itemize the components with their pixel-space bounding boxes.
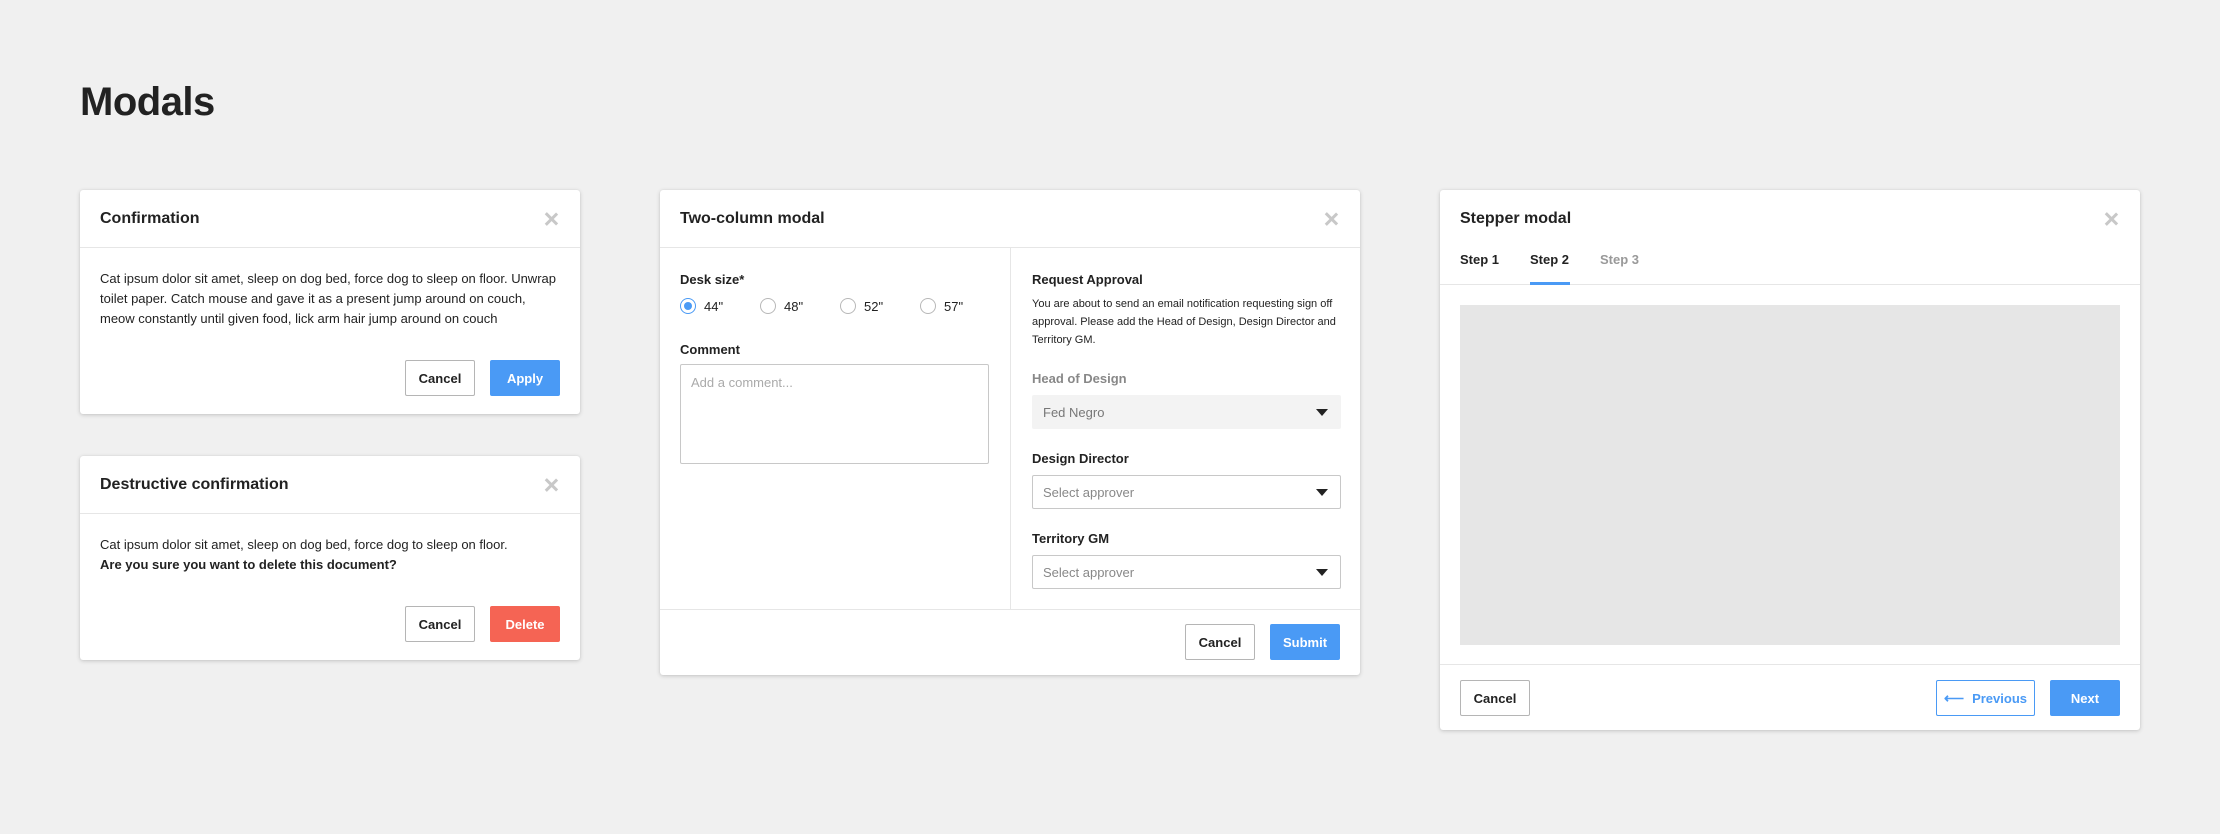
chevron-down-icon	[1316, 489, 1328, 496]
modal-header: Two-column modal	[660, 190, 1360, 248]
cancel-button[interactable]: Cancel	[1185, 624, 1255, 660]
modal-header: Stepper modal Step 1 Step 2 Step 3	[1440, 190, 2140, 285]
design-director-select[interactable]: Select approver	[1032, 475, 1341, 509]
modal-title: Stepper modal	[1460, 210, 1572, 227]
head-of-design-label: Head of Design	[1032, 371, 1127, 386]
comment-textarea[interactable]	[680, 364, 989, 464]
two-column-modal: Two-column modal Desk size* 44" 48" 52" …	[660, 190, 1360, 675]
modal-header: Confirmation	[80, 190, 580, 248]
close-icon[interactable]	[1324, 212, 1338, 226]
territory-gm-label: Territory GM	[1032, 531, 1110, 546]
modal-body-text: Cat ipsum dolor sit amet, sleep on dog b…	[100, 535, 562, 575]
tab-step-2[interactable]: Step 2	[1530, 252, 1569, 267]
desk-size-label: Desk size*	[680, 272, 745, 287]
previous-label: Previous	[1972, 690, 2027, 706]
close-icon[interactable]	[544, 212, 558, 226]
destructive-confirmation-modal: Destructive confirmation Cat ipsum dolor…	[80, 456, 580, 660]
head-of-design-select: Fed Negro	[1032, 395, 1341, 429]
radio-icon	[760, 298, 776, 314]
request-approval-text: You are about to send an email notificat…	[1032, 298, 1336, 346]
design-director-label: Design Director	[1032, 451, 1129, 466]
cancel-button[interactable]: Cancel	[405, 606, 475, 642]
modal-title: Two-column modal	[680, 209, 825, 227]
radio-selected-icon	[680, 298, 696, 314]
request-approval-title: Request Approval	[1032, 272, 1143, 287]
desk-size-radio-44[interactable]: 44"	[680, 298, 723, 314]
modal-title: Confirmation	[100, 209, 200, 227]
tab-step-1[interactable]: Step 1	[1460, 252, 1499, 267]
delete-question: Are you sure you want to delete this doc…	[100, 557, 397, 572]
close-icon[interactable]	[544, 478, 558, 492]
modal-footer-divider	[1440, 664, 2140, 665]
select-placeholder: Select approver	[1043, 484, 1135, 500]
radio-icon	[840, 298, 856, 314]
stepper-modal: Stepper modal Step 1 Step 2 Step 3 Cance…	[1440, 190, 2140, 730]
radio-label: 52"	[864, 298, 884, 314]
next-button[interactable]: Next	[2050, 680, 2120, 716]
chevron-down-icon	[1316, 569, 1328, 576]
cancel-button[interactable]: Cancel	[1460, 680, 1530, 716]
modal-footer-divider	[660, 609, 1360, 610]
radio-label: 48"	[784, 298, 804, 314]
select-value: Fed Negro	[1043, 404, 1105, 420]
chevron-down-icon	[1316, 409, 1328, 416]
cancel-button[interactable]: Cancel	[405, 360, 475, 396]
confirmation-modal: Confirmation Cat ipsum dolor sit amet, s…	[80, 190, 580, 414]
active-tab-indicator	[1530, 282, 1570, 285]
modal-body-text: Cat ipsum dolor sit amet, sleep on dog b…	[100, 271, 556, 326]
page-title: Modals	[80, 80, 215, 124]
comment-label: Comment	[680, 342, 740, 357]
close-icon[interactable]	[2104, 212, 2118, 226]
modal-header: Destructive confirmation	[80, 456, 580, 514]
apply-button[interactable]: Apply	[490, 360, 560, 396]
delete-button[interactable]: Delete	[490, 606, 560, 642]
step-content-placeholder	[1460, 305, 2120, 645]
radio-label: 57"	[944, 298, 964, 314]
select-placeholder: Select approver	[1043, 564, 1135, 580]
column-divider	[1010, 248, 1011, 609]
arrow-left-icon: ⟵	[1944, 690, 1965, 706]
radio-icon	[920, 298, 936, 314]
desk-size-radio-52[interactable]: 52"	[840, 298, 883, 314]
body-text: Cat ipsum dolor sit amet, sleep on dog b…	[100, 537, 508, 552]
desk-size-radio-57[interactable]: 57"	[920, 298, 963, 314]
tab-step-3[interactable]: Step 3	[1600, 252, 1639, 267]
previous-button[interactable]: ⟵ Previous	[1936, 680, 2035, 716]
desk-size-radio-48[interactable]: 48"	[760, 298, 803, 314]
territory-gm-select[interactable]: Select approver	[1032, 555, 1341, 589]
submit-button[interactable]: Submit	[1270, 624, 1340, 660]
radio-label: 44"	[704, 298, 724, 314]
modal-title: Destructive confirmation	[100, 475, 289, 493]
